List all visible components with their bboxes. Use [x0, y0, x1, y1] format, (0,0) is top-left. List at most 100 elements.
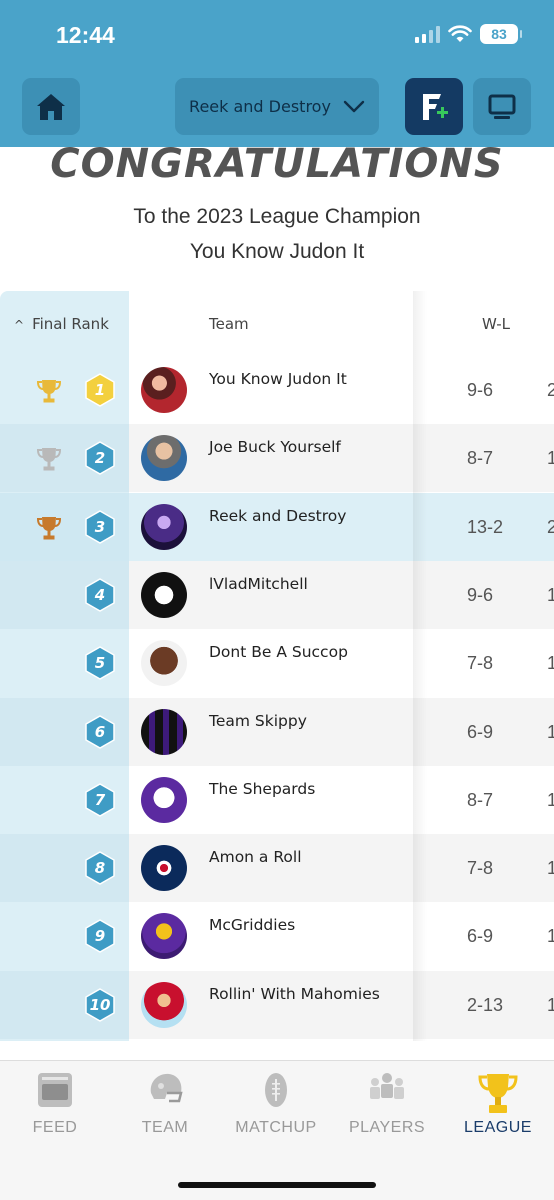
win-loss-value: 8-7	[467, 789, 494, 810]
win-loss-record: 8-7	[413, 448, 554, 469]
win-loss-value: 9-6	[467, 584, 494, 605]
champion-subtitle: To the 2023 League Champion	[133, 205, 421, 228]
table-row[interactable]: 2 Joe Buck Yourself 8-7 1	[0, 424, 554, 493]
team-name[interactable]: Team Skippy	[209, 712, 307, 730]
team-avatar	[141, 708, 187, 755]
status-icons: 83	[415, 24, 522, 44]
next-column-value: 2	[547, 380, 554, 400]
status-time: 12:44	[56, 22, 115, 48]
win-loss-record: 2-13	[413, 995, 554, 1016]
tab-team[interactable]: TEAM	[110, 1061, 220, 1151]
signal-icon	[415, 25, 440, 43]
team-avatar	[141, 776, 187, 823]
feed-icon	[38, 1073, 72, 1107]
team-name[interactable]: You Know Judon It	[209, 370, 347, 388]
next-column-value: 1	[547, 858, 554, 879]
battery-icon: 83	[480, 24, 522, 44]
tab-league-label: LEAGUE	[464, 1119, 532, 1136]
table-row[interactable]: 6 Team Skippy 6-9 1	[0, 697, 554, 766]
rank-number: 10	[89, 995, 111, 1014]
home-indicator	[178, 1182, 376, 1188]
tab-feed-label: FEED	[32, 1119, 78, 1136]
wifi-icon	[448, 25, 472, 42]
win-loss-value: 2-13	[467, 994, 504, 1015]
table-row[interactable]: 3 Reek and Destroy 13-2 2	[0, 492, 554, 561]
tab-feed[interactable]: FEED	[0, 1061, 110, 1151]
tab-players[interactable]: PLAYERS	[332, 1061, 442, 1151]
wl-header: W-L	[482, 315, 510, 333]
team-name[interactable]: Rollin' With Mahomies	[209, 985, 380, 1003]
win-loss-record: 8-7	[413, 790, 554, 811]
win-loss-record: 9-6	[413, 585, 554, 606]
win-loss-record: 9-6	[413, 380, 554, 401]
next-column-value: 1	[547, 584, 554, 605]
win-loss-value: 13-2	[467, 516, 504, 537]
players-icon	[370, 1073, 404, 1099]
next-column-value: 2	[547, 516, 554, 537]
win-loss-value: 7-8	[467, 858, 494, 879]
table-row[interactable]: 7 The Shepards 8-7 1	[0, 765, 554, 834]
home-icon	[37, 93, 65, 120]
fantasy-plus-icon	[423, 93, 448, 120]
rank-number: 9	[94, 927, 106, 946]
team-avatar	[141, 367, 187, 413]
table-row[interactable]: 5 Dont Be A Succop 7-8 1	[0, 629, 554, 698]
rank-number: 4	[94, 585, 106, 604]
win-loss-record: 6-9	[413, 722, 554, 743]
final-rank-header[interactable]: ^ Final Rank	[14, 315, 109, 333]
column-shadow	[413, 291, 427, 1041]
win-loss-record: 7-8	[413, 858, 554, 879]
team-name[interactable]: The Shepards	[209, 780, 315, 798]
team-avatar	[141, 503, 187, 550]
table-row[interactable]: 10 Rollin' With Mahomies 2-13 1	[0, 970, 554, 1039]
team-name[interactable]: McGriddies	[209, 916, 295, 934]
team-avatar	[141, 845, 187, 892]
chevron-down-icon	[343, 100, 365, 112]
next-column-value: 1	[547, 653, 554, 674]
rank-number: 1	[94, 381, 106, 399]
champion-team-name: You Know Judon It	[189, 240, 365, 263]
next-column-value: 1	[547, 926, 554, 947]
top-header: 12:44 83 Reek and Destroy	[0, 0, 554, 147]
team-name[interactable]: Dont Be A Succop	[209, 643, 348, 661]
team-avatar	[141, 981, 187, 1028]
table-row[interactable]: 1 You Know Judon It 9-6 2	[0, 356, 554, 424]
rank-number: 6	[94, 722, 106, 741]
win-loss-value: 7-8	[467, 653, 494, 674]
league-selector[interactable]: Reek and Destroy	[175, 78, 379, 135]
tab-matchup-label: MATCHUP	[235, 1119, 317, 1136]
table-row[interactable]: 4 lVladMitchell 9-6 1	[0, 560, 554, 629]
tab-matchup[interactable]: MATCHUP	[221, 1061, 331, 1151]
table-row[interactable]: 9 McGriddies 6-9 1	[0, 902, 554, 971]
fantasy-plus-button[interactable]	[405, 78, 463, 135]
win-loss-value: 6-9	[467, 926, 494, 947]
team-avatar	[141, 571, 187, 618]
next-column-value: 1	[547, 789, 554, 810]
rank-number: 8	[94, 859, 106, 878]
final-rank-header-label: Final Rank	[32, 315, 109, 333]
win-loss-record: 13-2	[413, 517, 554, 538]
tv-button[interactable]	[473, 78, 531, 135]
standings-table: ^ Final Rank Team W-L 1 You Know Judon It 9…	[0, 291, 554, 1041]
team-header: Team	[209, 315, 249, 333]
silver-trophy-icon	[36, 448, 62, 471]
team-name[interactable]: lVladMitchell	[209, 575, 308, 593]
bronze-trophy-icon	[36, 516, 62, 540]
win-loss-record: 6-9	[413, 926, 554, 947]
team-avatar	[141, 640, 187, 687]
team-name[interactable]: Amon a Roll	[209, 848, 302, 866]
team-name[interactable]: Joe Buck Yourself	[209, 438, 341, 456]
team-name[interactable]: Reek and Destroy	[209, 507, 346, 525]
table-header: ^ Final Rank Team W-L	[0, 291, 554, 356]
next-column-value: 1	[547, 721, 554, 742]
congratulations-title: CONGRATULATIONS	[50, 141, 504, 187]
win-loss-value: 9-6	[467, 380, 494, 400]
sort-up-icon: ^	[14, 318, 25, 332]
win-loss-record: 7-8	[413, 653, 554, 674]
football-icon	[265, 1073, 287, 1107]
home-button[interactable]	[22, 78, 80, 135]
tab-league[interactable]: LEAGUE	[443, 1061, 553, 1151]
tab-team-label: TEAM	[141, 1119, 189, 1136]
table-row[interactable]: 8 Amon a Roll 7-8 1	[0, 834, 554, 903]
rank-number: 7	[94, 790, 106, 809]
